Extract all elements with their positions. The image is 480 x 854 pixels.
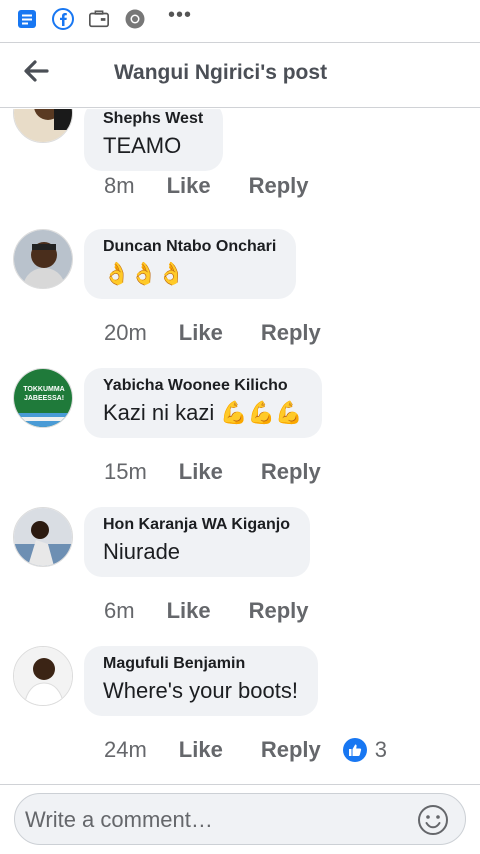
reply-button[interactable]: Reply xyxy=(261,459,321,485)
comment-composer: Write a comment… xyxy=(0,784,480,854)
more-icon: ••• xyxy=(168,3,193,26)
facebook-icon xyxy=(52,8,74,30)
comment-actions: 15m Like Reply xyxy=(104,459,321,485)
status-bar: ••• xyxy=(0,0,480,38)
like-button[interactable]: Like xyxy=(179,320,223,346)
ok-hand-emoji: 👌👌👌 xyxy=(103,261,186,286)
comment-actions: 8m Like Reply xyxy=(104,173,309,199)
like-button[interactable]: Like xyxy=(179,459,223,485)
reaction-summary[interactable]: 3 xyxy=(342,737,387,763)
avatar[interactable]: TOKKUMMA JABEESSA! xyxy=(13,368,73,428)
comment-bubble: Hon Karanja WA Kiganjo Niurade xyxy=(84,507,310,577)
comment-bubble: Shephs West TEAMO xyxy=(84,109,224,171)
reply-button[interactable]: Reply xyxy=(261,320,321,346)
comment-bubble: Yabicha Woonee Kilicho Kazi ni kazi 💪💪💪 xyxy=(84,368,323,438)
avatar[interactable] xyxy=(13,507,73,567)
comment-author[interactable]: Yabicha Woonee Kilicho xyxy=(103,376,302,396)
comment-text: Niurade xyxy=(103,539,181,564)
avatar-text: TOKKUMMA JABEESSA! xyxy=(23,386,65,402)
comment-placeholder: Write a comment… xyxy=(25,807,213,832)
comment-author[interactable]: Hon Karanja WA Kiganjo xyxy=(103,515,290,535)
comment-time[interactable]: 20m xyxy=(104,320,147,346)
comment-time[interactable]: 15m xyxy=(104,459,147,485)
briefcase-icon xyxy=(88,8,110,30)
comment-input[interactable]: Write a comment… xyxy=(14,793,466,845)
reply-button[interactable]: Reply xyxy=(261,737,321,763)
like-button[interactable]: Like xyxy=(179,737,223,763)
emoji-icon[interactable] xyxy=(417,804,449,836)
comment-bubble: Duncan Ntabo Onchari 👌👌👌 xyxy=(84,229,297,299)
comment-text: Kazi ni kazi 💪💪💪 xyxy=(103,398,302,428)
back-arrow-icon[interactable] xyxy=(22,57,50,85)
comment-actions: 24m Like Reply 3 xyxy=(104,737,387,763)
like-button[interactable]: Like xyxy=(167,598,211,624)
messages-icon xyxy=(16,8,38,30)
comment-bubble: Magufuli Benjamin Where's your boots! xyxy=(84,646,318,716)
like-button[interactable]: Like xyxy=(167,173,211,199)
avatar[interactable] xyxy=(13,229,73,289)
comment-author[interactable]: Duncan Ntabo Onchari xyxy=(103,237,276,257)
comment-time[interactable]: 6m xyxy=(104,598,135,624)
chrome-icon xyxy=(124,8,146,30)
comment-text: 👌👌👌 xyxy=(103,259,276,289)
comment-time[interactable]: 8m xyxy=(104,173,135,199)
comment-time[interactable]: 24m xyxy=(104,737,147,763)
comment-author[interactable]: Shephs West xyxy=(103,109,203,129)
reaction-count: 3 xyxy=(374,737,387,762)
comment-actions: 6m Like Reply xyxy=(104,598,309,624)
reply-button[interactable]: Reply xyxy=(249,173,309,199)
comment-list: Shephs West TEAMO 8m Like Reply Duncan N… xyxy=(0,109,480,783)
comment-author[interactable]: Magufuli Benjamin xyxy=(103,654,298,674)
avatar[interactable] xyxy=(13,646,73,706)
reply-button[interactable]: Reply xyxy=(249,598,309,624)
post-header: Wangui Ngirici's post xyxy=(0,42,480,108)
page-title: Wangui Ngirici's post xyxy=(114,61,328,84)
comment-text: Where's your boots! xyxy=(103,678,298,703)
avatar[interactable] xyxy=(13,109,73,143)
flexed-biceps-emoji: 💪💪💪 xyxy=(220,400,303,425)
like-reaction-icon xyxy=(342,738,367,762)
comment-actions: 20m Like Reply xyxy=(104,320,321,346)
comment-text: TEAMO xyxy=(103,133,182,158)
